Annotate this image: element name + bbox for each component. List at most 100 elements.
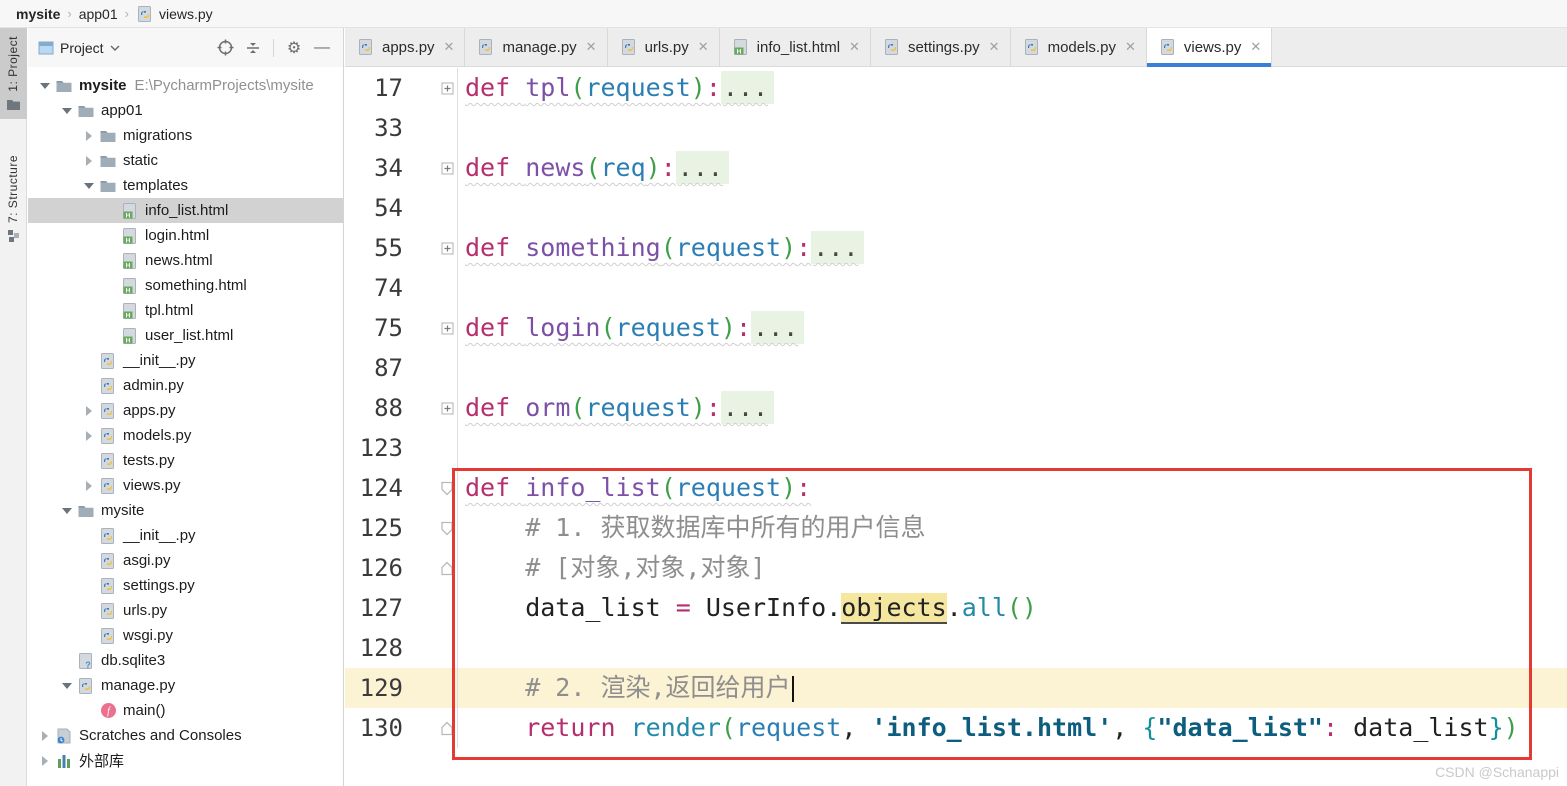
- gear-icon[interactable]: ⚙: [283, 37, 305, 59]
- html-icon: H: [120, 227, 140, 245]
- tree-item-info-list-html[interactable]: Hinfo_list.html: [28, 198, 343, 223]
- code-line-126[interactable]: 126 # [对象,对象,对象]: [345, 548, 1567, 588]
- tree-item-manage-py[interactable]: manage.py: [28, 673, 343, 698]
- tab-apps-py[interactable]: apps.py ✕: [345, 28, 466, 66]
- tree-item-urls-py[interactable]: urls.py: [28, 598, 343, 623]
- tree-item-news-html[interactable]: Hnews.html: [28, 248, 343, 273]
- breadcrumb-item-mysite[interactable]: mysite: [16, 6, 60, 22]
- tree-item-user-list-html[interactable]: Huser_list.html: [28, 323, 343, 348]
- tree-item-apps-py[interactable]: apps.py: [28, 398, 343, 423]
- line-number: 54: [374, 194, 403, 222]
- tree-item-admin-py[interactable]: admin.py: [28, 373, 343, 398]
- expanded-arrow-icon[interactable]: [36, 82, 54, 90]
- close-icon[interactable]: ✕: [698, 39, 709, 55]
- close-icon[interactable]: ✕: [444, 39, 455, 55]
- tree-item-asgi-py[interactable]: asgi.py: [28, 548, 343, 573]
- code-line-127[interactable]: 127 data_list = UserInfo.objects.all(): [345, 588, 1567, 628]
- code-line-123[interactable]: 123: [345, 428, 1567, 468]
- python-icon: [98, 402, 118, 420]
- code-line-55[interactable]: 55 def something(request):...: [345, 228, 1567, 268]
- expanded-arrow-icon[interactable]: [58, 682, 76, 690]
- code-line-125[interactable]: 125 # 1. 获取数据库中所有的用户信息: [345, 508, 1567, 548]
- collapsed-arrow-icon[interactable]: [36, 730, 54, 741]
- fold-marker-up-icon[interactable]: [403, 548, 458, 588]
- locate-file-button[interactable]: [214, 37, 236, 59]
- tree-item-main[interactable]: f main(): [28, 698, 343, 723]
- tree-item-templates[interactable]: templates: [28, 173, 343, 198]
- fold-marker-plus-icon[interactable]: [403, 388, 458, 428]
- tree-item-something-html[interactable]: Hsomething.html: [28, 273, 343, 298]
- breadcrumb-item-app01[interactable]: app01: [79, 6, 118, 22]
- tree-item-wsgi-py[interactable]: wsgi.py: [28, 623, 343, 648]
- tool-window-button-project[interactable]: 1: Project: [0, 28, 27, 119]
- tab-models-py[interactable]: models.py ✕: [1011, 28, 1147, 66]
- code-line-129[interactable]: 129 # 2. 渲染,返回给用户: [345, 668, 1567, 708]
- close-icon[interactable]: ✕: [849, 39, 860, 55]
- tab-urls-py[interactable]: urls.py ✕: [608, 28, 720, 66]
- tree-item-scratches-and-consoles[interactable]: Scratches and Consoles: [28, 723, 343, 748]
- tree-item-label: login.html: [145, 227, 210, 244]
- fold-marker-plus-icon[interactable]: [403, 148, 458, 188]
- tree-item-app01[interactable]: app01: [28, 98, 343, 123]
- breadcrumb-item-views-py[interactable]: views.py: [136, 5, 213, 23]
- tool-window-button-structure[interactable]: 7: Structure: [0, 147, 27, 250]
- tree-item-views-py[interactable]: views.py: [28, 473, 343, 498]
- tree-item-db-sqlite3[interactable]: ? db.sqlite3: [28, 648, 343, 673]
- fold-marker-plus-icon[interactable]: [403, 228, 458, 268]
- tree-item-settings-py[interactable]: settings.py: [28, 573, 343, 598]
- code-line-87[interactable]: 87: [345, 348, 1567, 388]
- tree-item-外部库[interactable]: 外部库: [28, 748, 343, 773]
- expanded-arrow-icon[interactable]: [80, 182, 98, 190]
- code-editor[interactable]: 17 def tpl(request):... 33 34 def news(req):…: [345, 68, 1567, 786]
- tree-item-tpl-html[interactable]: Htpl.html: [28, 298, 343, 323]
- tab-views-py[interactable]: views.py ✕: [1146, 28, 1273, 67]
- hide-panel-button[interactable]: —: [311, 37, 333, 59]
- fold-marker-up-icon[interactable]: [403, 708, 458, 748]
- collapsed-arrow-icon[interactable]: [80, 430, 98, 441]
- fold-marker-down-icon[interactable]: [403, 468, 458, 508]
- collapse-all-button[interactable]: [242, 37, 264, 59]
- code-line-130[interactable]: 130 return render(request, 'info_list.ht…: [345, 708, 1567, 748]
- tree-item-label: 外部库: [79, 753, 125, 770]
- collapsed-arrow-icon[interactable]: [80, 155, 98, 166]
- tree-item-mysite[interactable]: mysite E:\PycharmProjects\mysite: [28, 73, 343, 98]
- tree-item-mysite[interactable]: mysite: [28, 498, 343, 523]
- collapsed-arrow-icon[interactable]: [80, 480, 98, 491]
- code-line-124[interactable]: 124 def info_list(request):: [345, 468, 1567, 508]
- code-line-33[interactable]: 33: [345, 108, 1567, 148]
- tree-item-label: user_list.html: [145, 327, 234, 344]
- collapsed-arrow-icon[interactable]: [80, 130, 98, 141]
- expanded-arrow-icon[interactable]: [58, 507, 76, 515]
- close-icon[interactable]: ✕: [989, 39, 1000, 55]
- tab-info-list-html[interactable]: Hinfo_list.html ✕: [720, 28, 871, 66]
- close-icon[interactable]: ✕: [1125, 39, 1136, 55]
- close-icon[interactable]: ✕: [586, 39, 597, 55]
- chevron-down-icon[interactable]: [110, 45, 120, 51]
- fold-marker-down-icon[interactable]: [403, 508, 458, 548]
- code-line-17[interactable]: 17 def tpl(request):...: [345, 68, 1567, 108]
- tree-item-label: views.py: [123, 477, 181, 494]
- tree-item-tests-py[interactable]: tests.py: [28, 448, 343, 473]
- close-icon[interactable]: ✕: [1250, 39, 1261, 55]
- collapsed-arrow-icon[interactable]: [80, 405, 98, 416]
- line-number: 128: [359, 634, 403, 662]
- code-line-75[interactable]: 75 def login(request):...: [345, 308, 1567, 348]
- code-line-34[interactable]: 34 def news(req):...: [345, 148, 1567, 188]
- code-line-54[interactable]: 54: [345, 188, 1567, 228]
- tab-manage-py[interactable]: manage.py ✕: [465, 28, 608, 66]
- tab-settings-py[interactable]: settings.py ✕: [871, 28, 1011, 66]
- code-line-74[interactable]: 74: [345, 268, 1567, 308]
- fold-marker-plus-icon[interactable]: [403, 68, 458, 108]
- tree-item-init-py[interactable]: __init__.py: [28, 523, 343, 548]
- code-line-88[interactable]: 88 def orm(request):...: [345, 388, 1567, 428]
- fold-gutter: [403, 108, 458, 148]
- tree-item-models-py[interactable]: models.py: [28, 423, 343, 448]
- tree-item-migrations[interactable]: migrations: [28, 123, 343, 148]
- collapsed-arrow-icon[interactable]: [36, 755, 54, 766]
- tree-item-login-html[interactable]: Hlogin.html: [28, 223, 343, 248]
- tree-item-init-py[interactable]: __init__.py: [28, 348, 343, 373]
- code-line-128[interactable]: 128: [345, 628, 1567, 668]
- tree-item-static[interactable]: static: [28, 148, 343, 173]
- fold-marker-plus-icon[interactable]: [403, 308, 458, 348]
- expanded-arrow-icon[interactable]: [58, 107, 76, 115]
